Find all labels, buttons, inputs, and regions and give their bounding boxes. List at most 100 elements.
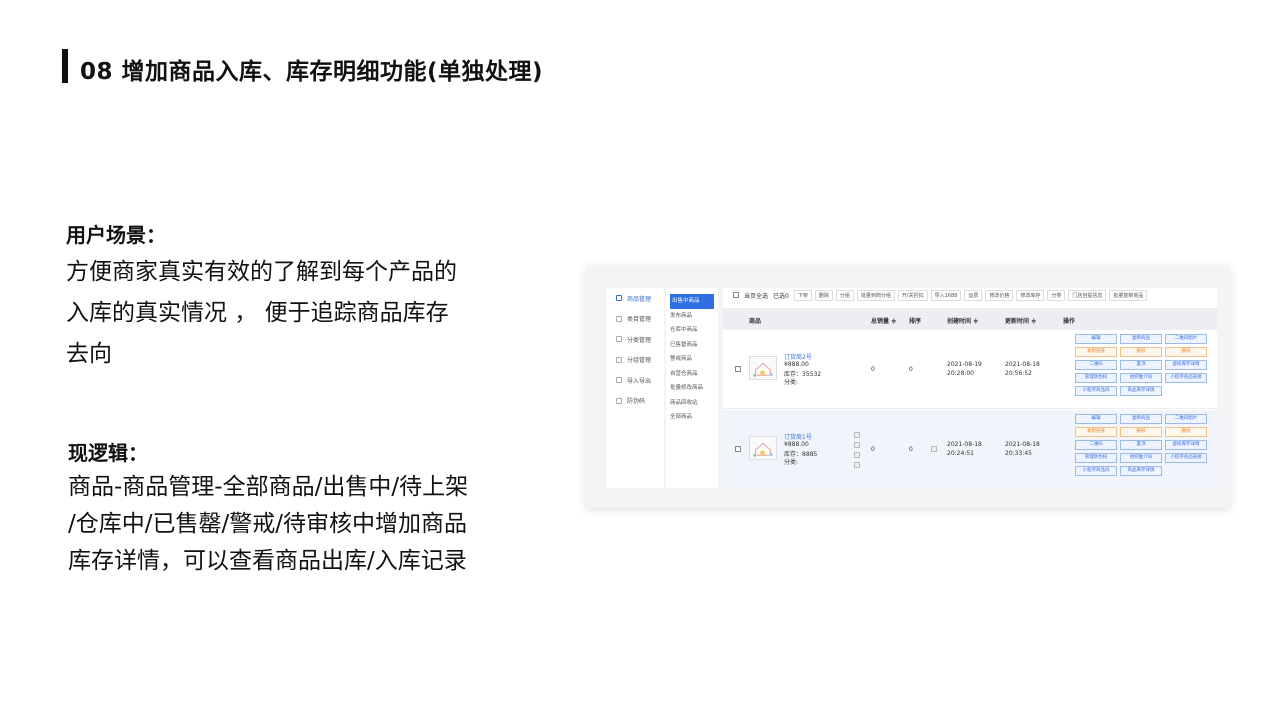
menu-icon — [616, 295, 622, 302]
action-button[interactable]: 二维码 — [1075, 360, 1117, 370]
edit-icon[interactable] — [854, 432, 860, 438]
header-sales[interactable]: 总销量 ≑ — [871, 316, 896, 325]
selected-count: 已选0 — [773, 292, 789, 300]
toolbar-button[interactable]: 门店自提信息 — [1068, 289, 1107, 301]
edit-icon[interactable] — [931, 446, 937, 452]
logic-line: 商品-商品管理-全部商品/出售中/待上架 — [68, 474, 469, 500]
row-actions: 编辑 复制商品 二维码图片 复制链接 删除 删除 二维码 置顶 虚拟库存详情 管… — [1075, 414, 1213, 476]
sidebar-sub-item[interactable]: 出售中商品 — [670, 294, 714, 309]
edit-icon[interactable] — [854, 442, 860, 448]
toolbar-button[interactable]: 导入1688 — [930, 289, 962, 301]
scenario-line: 去向 — [66, 341, 112, 367]
bulk-toolbar: 当页全选 已选0 下架 删除 分组 批量到岗分组 开/关折扣 导入1688 运费… — [723, 288, 1217, 302]
action-button[interactable]: 组织推介码 — [1120, 453, 1162, 463]
table-row: 订货商2号 ¥888.00 库存：35532 分类: 0 0 2021-08-1… — [723, 330, 1217, 409]
action-button[interactable]: 复制链接 — [1075, 427, 1117, 437]
action-button[interactable]: 小程序商品码 — [1075, 466, 1117, 476]
sidebar-sub-item[interactable]: 发布商品 — [666, 309, 718, 324]
header-created[interactable]: 创建时间 ≑ — [947, 316, 978, 325]
action-button[interactable]: 复制链接 — [1075, 347, 1117, 357]
product-price: ¥888.00 — [784, 361, 809, 368]
sidebar-sub-item[interactable]: 自营仓商品 — [666, 367, 718, 382]
slide-title: 08 增加商品入库、库存明细功能(单独处理) — [80, 59, 544, 85]
action-button[interactable]: 删除 — [1165, 347, 1207, 357]
action-button[interactable]: 置顶 — [1120, 360, 1162, 370]
menu-icon — [616, 397, 622, 404]
action-button[interactable]: 虚拟库存详情 — [1165, 360, 1207, 370]
action-button[interactable]: 管理防伪码 — [1075, 453, 1117, 463]
action-button[interactable]: 删除 — [1165, 427, 1207, 437]
sidebar-sub-item[interactable]: 警戒商品 — [666, 352, 718, 367]
sales-value: 0 — [871, 366, 875, 373]
sidebar-item-import-export[interactable]: 导入导出 — [606, 370, 664, 391]
toolbar-button[interactable]: 分类 — [1047, 289, 1066, 301]
product-price: ¥888.00 — [784, 441, 809, 448]
toolbar-button[interactable]: 开/关折扣 — [897, 289, 928, 301]
action-button[interactable]: 组织推介码 — [1120, 373, 1162, 383]
toolbar-button[interactable]: 修改库存 — [1016, 289, 1045, 301]
product-name-link[interactable]: 订货商2号 — [784, 352, 812, 361]
edit-icon[interactable] — [854, 452, 860, 458]
sidebar-sub-item[interactable]: 商品回收站 — [666, 396, 718, 411]
sidebar-item-anti-fake[interactable]: 防伪码 — [606, 391, 664, 412]
menu-icon — [616, 336, 622, 343]
secondary-sidebar: 出售中商品 发布商品 仓库中商品 已售罄商品 警戒商品 自营仓商品 批量修改商品… — [666, 288, 718, 488]
sidebar-item-category[interactable]: 类目管理 — [606, 309, 664, 330]
product-thumbnail — [749, 356, 777, 380]
updated-date: 2021-08-18 — [1005, 361, 1040, 368]
toolbar-button[interactable]: 下架 — [793, 289, 812, 301]
scenario-text: 方便商家真实有效的了解到每个产品的 入库的真实情况 ， 便于追踪商品库存 去向 — [66, 252, 496, 375]
created-time: 20:28:00 — [947, 370, 974, 377]
updated-time: 20:56:52 — [1005, 370, 1032, 377]
toolbar-button[interactable]: 运费 — [964, 289, 983, 301]
action-button[interactable]: 小程序商品链接 — [1165, 373, 1207, 383]
toolbar-button[interactable]: 批量复制商品 — [1109, 289, 1148, 301]
toolbar-button[interactable]: 删除 — [814, 289, 833, 301]
action-button[interactable]: 小程序商品码 — [1075, 386, 1117, 396]
action-button[interactable]: 编辑 — [1075, 414, 1117, 424]
action-button[interactable]: 虚拟库存详情 — [1165, 440, 1207, 450]
created-time: 20:24:51 — [947, 450, 974, 457]
action-button[interactable]: 删除 — [1120, 347, 1162, 357]
logic-line: 库存详情，可以查看商品出库/入库记录 — [68, 548, 467, 574]
sidebar-item-product-management[interactable]: 商品管理 — [606, 288, 664, 309]
action-button[interactable]: 复制商品 — [1120, 414, 1162, 424]
select-all-checkbox[interactable] — [733, 292, 739, 298]
action-button[interactable]: 商品库存详情 — [1120, 386, 1162, 396]
header-sort: 排序 — [909, 318, 922, 325]
toolbar-button[interactable]: 批量到岗分组 — [856, 289, 895, 301]
sidebar-sub-item[interactable]: 仓库中商品 — [666, 323, 718, 338]
action-button[interactable]: 小程序商品链接 — [1165, 453, 1207, 463]
table-header: 商品 总销量 ≑ 排序 创建时间 ≑ 更新时间 ≑ 操作 — [723, 308, 1217, 330]
header-updated[interactable]: 更新时间 ≑ — [1005, 316, 1036, 325]
product-category: 分类: — [784, 379, 799, 386]
menu-icon — [616, 315, 622, 322]
header-actions: 操作 — [1063, 318, 1076, 325]
action-button[interactable]: 删除 — [1120, 427, 1162, 437]
action-button[interactable]: 二维码图片 — [1165, 334, 1207, 344]
row-checkbox[interactable] — [735, 366, 741, 372]
action-button[interactable]: 二维码 — [1075, 440, 1117, 450]
sidebar-sub-item[interactable]: 全部商品 — [666, 410, 718, 425]
product-name-link[interactable]: 订货商1号 — [784, 432, 812, 441]
product-category: 分类: — [784, 459, 799, 466]
toolbar-button[interactable]: 修改价格 — [985, 289, 1014, 301]
edit-icon[interactable] — [854, 462, 860, 468]
sidebar-sub-item[interactable]: 批量修改商品 — [666, 381, 718, 396]
sidebar-item-classification[interactable]: 分类管理 — [606, 329, 664, 350]
toolbar-button[interactable]: 分组 — [835, 289, 854, 301]
select-all-label: 当页全选 — [744, 292, 769, 300]
sort-value: 0 — [909, 446, 913, 453]
created-date: 2021-08-19 — [947, 361, 982, 368]
action-button[interactable]: 二维码图片 — [1165, 414, 1207, 424]
action-button[interactable]: 商品库存详情 — [1120, 466, 1162, 476]
sidebar-item-group[interactable]: 分组管理 — [606, 350, 664, 371]
action-button[interactable]: 置顶 — [1120, 440, 1162, 450]
scenario-heading: 用户场景： — [66, 223, 166, 247]
action-button[interactable]: 复制商品 — [1120, 334, 1162, 344]
action-button[interactable]: 管理防伪码 — [1075, 373, 1117, 383]
created-date: 2021-08-18 — [947, 441, 982, 448]
row-checkbox[interactable] — [735, 446, 741, 452]
action-button[interactable]: 编辑 — [1075, 334, 1117, 344]
sidebar-sub-item[interactable]: 已售罄商品 — [666, 338, 718, 353]
